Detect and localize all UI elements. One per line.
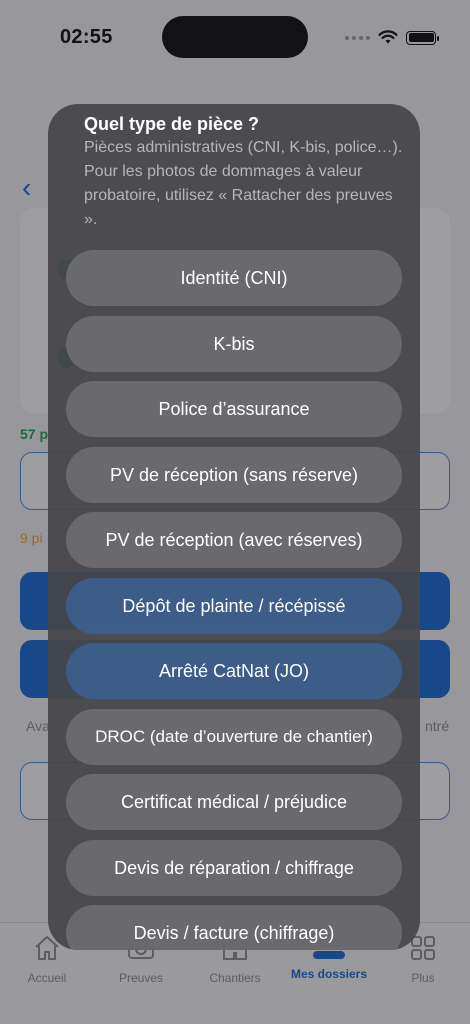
option-pv-avec-reserves[interactable]: PV de réception (avec réserves) <box>66 512 402 568</box>
document-type-sheet: Quel type de pièce ? Pièces administrati… <box>48 104 420 950</box>
option-devis-reparation[interactable]: Devis de réparation / chiffrage <box>66 840 402 896</box>
option-police-assurance[interactable]: Police d’assurance <box>66 381 402 437</box>
option-arrete-catnat[interactable]: Arrêté CatNat (JO) <box>66 643 402 699</box>
option-depot-plainte[interactable]: Dépôt de plainte / récépissé <box>66 578 402 634</box>
option-certificat-medical[interactable]: Certificat médical / préjudice <box>66 774 402 830</box>
option-kbis[interactable]: K-bis <box>66 316 402 372</box>
option-droc[interactable]: DROC (date d’ouverture de chantier) <box>66 709 402 765</box>
sheet-message: Pièces administratives (CNI, K-bis, poli… <box>84 139 403 228</box>
option-identite-cni[interactable]: Identité (CNI) <box>66 250 402 306</box>
sheet-title: Quel type de pièce ? <box>84 114 260 134</box>
option-pv-sans-reserve[interactable]: PV de réception (sans réserve) <box>66 447 402 503</box>
option-devis-facture[interactable]: Devis / facture (chiffrage) <box>66 905 402 950</box>
